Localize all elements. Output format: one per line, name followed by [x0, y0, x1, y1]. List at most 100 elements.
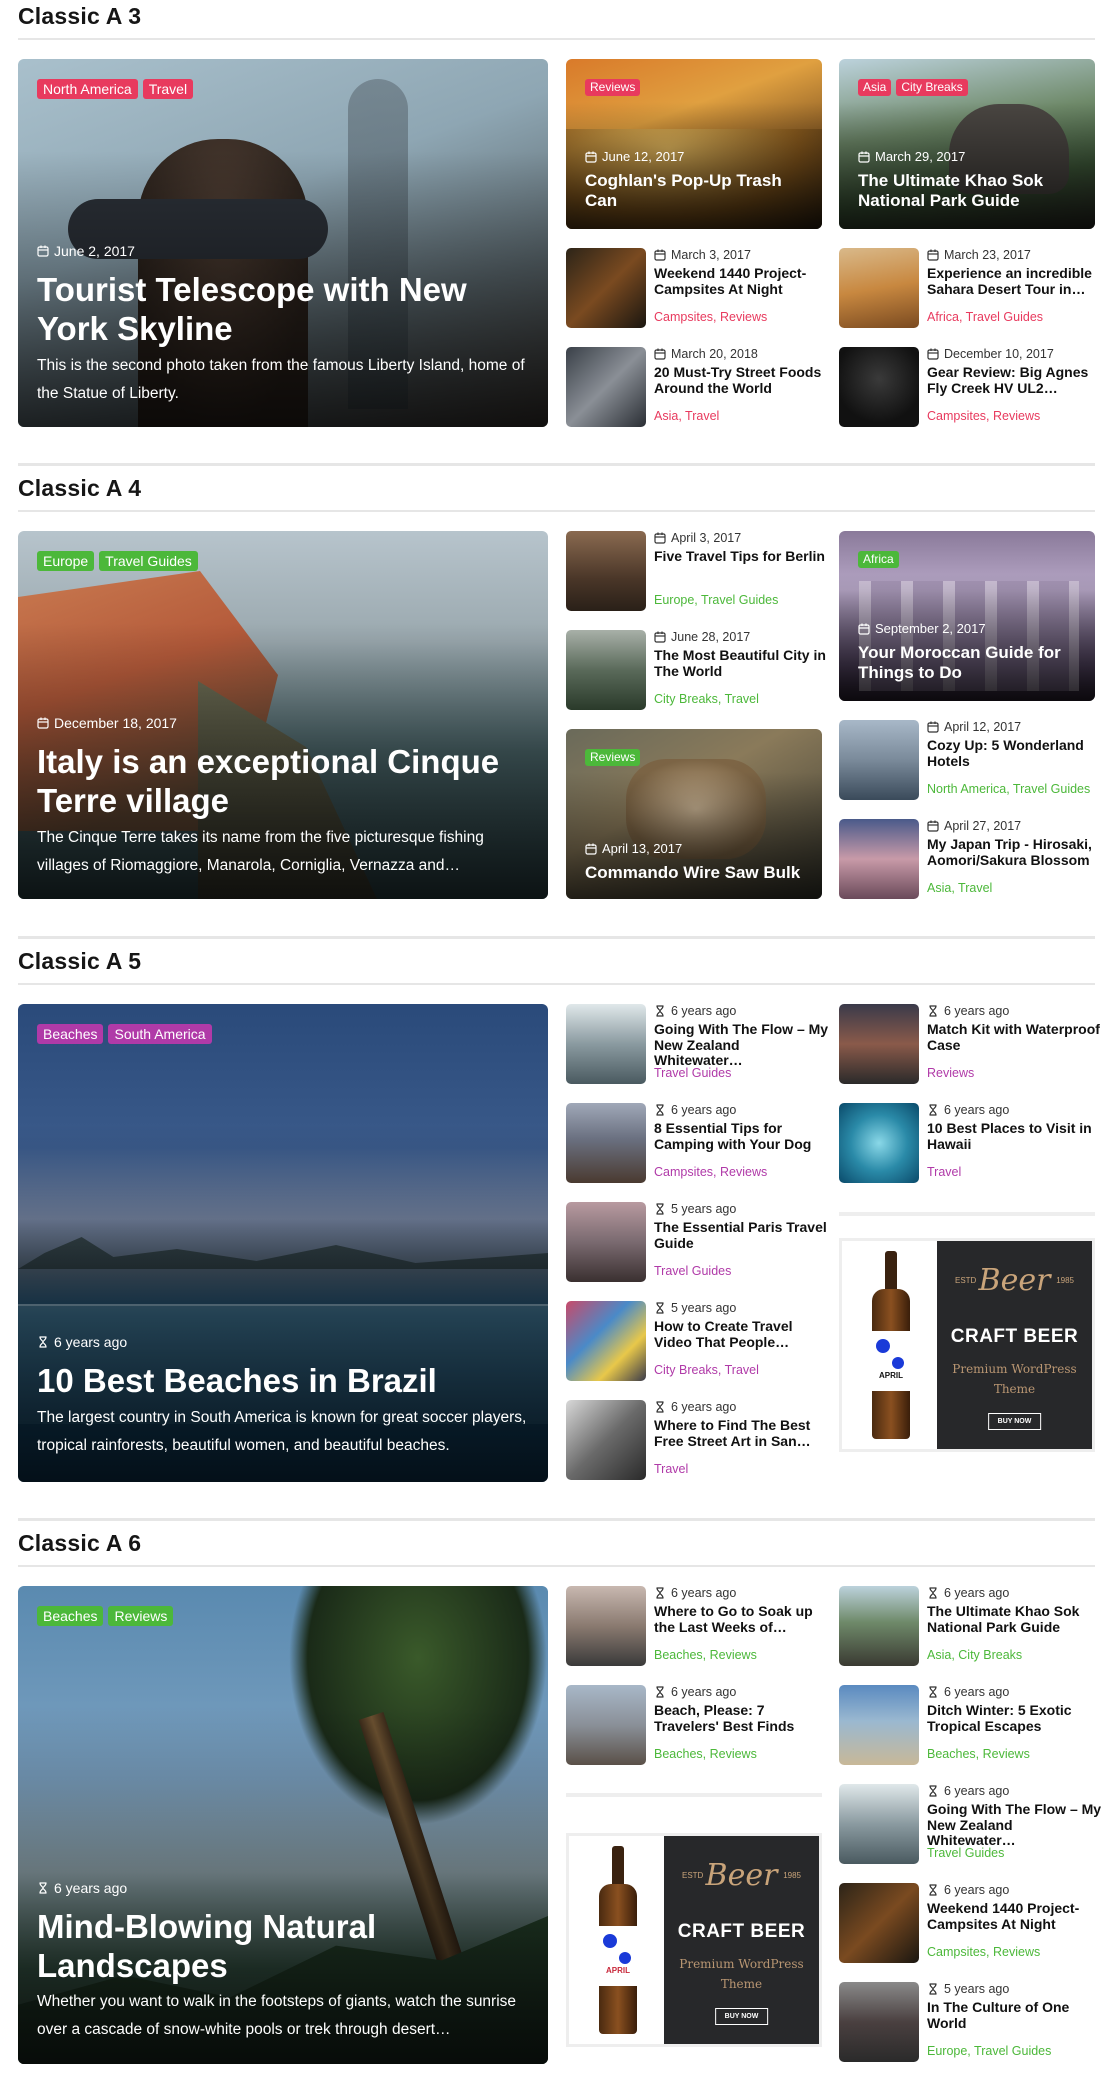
featured-post-card[interactable]: Beaches Reviews 6 years ago Mind-Blowing…	[18, 1586, 548, 2064]
list-item[interactable]: 6 years ago Beach, Please: 7 Travelers' …	[566, 1685, 828, 1767]
post-thumbnail[interactable]	[566, 1301, 646, 1381]
post-thumbnail[interactable]	[839, 1586, 919, 1666]
post-title[interactable]: 10 Best Beaches in Brazil	[37, 1362, 517, 1401]
post-title[interactable]: Gear Review: Big Agnes Fly Creek HV UL2…	[927, 364, 1102, 396]
post-thumbnail[interactable]	[566, 630, 646, 710]
post-categories[interactable]: Asia, City Breaks	[927, 1648, 1022, 1662]
mid-post-card[interactable]: Reviews April 13, 2017 Commando Wire Saw…	[566, 729, 822, 899]
post-categories[interactable]: City Breaks, Travel	[654, 692, 759, 706]
post-categories[interactable]: Campsites, Reviews	[654, 1165, 767, 1179]
featured-post-card[interactable]: Europe Travel Guides December 18, 2017 I…	[18, 531, 548, 899]
post-thumbnail[interactable]	[839, 1004, 919, 1084]
list-item[interactable]: 6 years ago The Ultimate Khao Sok Nation…	[839, 1586, 1101, 1668]
list-item[interactable]: 6 years ago Going With The Flow – My New…	[566, 1004, 828, 1086]
post-thumbnail[interactable]	[839, 720, 919, 800]
post-title[interactable]: Experience an incredible Sahara Desert T…	[927, 265, 1102, 297]
post-thumbnail[interactable]	[566, 1586, 646, 1666]
post-title[interactable]: My Japan Trip - Hirosaki, Aomori/Sakura …	[927, 836, 1102, 868]
list-item[interactable]: April 12, 2017 Cozy Up: 5 Wonderland Hot…	[839, 720, 1101, 802]
post-title[interactable]: Weekend 1440 Project-Campsites At Night	[927, 1900, 1102, 1932]
beer-ad-banner[interactable]: APRIL ESTD 1985 Beer CRAFT BEER Premium …	[566, 1833, 822, 2047]
post-categories[interactable]: North America, Travel Guides	[927, 782, 1090, 796]
category-tag[interactable]: Beaches	[37, 1606, 104, 1626]
post-thumbnail[interactable]	[839, 1103, 919, 1183]
post-thumbnail[interactable]	[839, 248, 919, 328]
mid-post-card[interactable]: Africa September 2, 2017 Your Moroccan G…	[839, 531, 1095, 701]
category-tag[interactable]: Beaches	[37, 1024, 104, 1044]
post-title[interactable]: Beach, Please: 7 Travelers' Best Finds	[654, 1702, 829, 1734]
list-item[interactable]: April 3, 2017 Five Travel Tips for Berli…	[566, 531, 828, 613]
category-tag[interactable]: North America	[37, 79, 138, 99]
list-item[interactable]: 6 years ago 8 Essential Tips for Camping…	[566, 1103, 828, 1185]
post-title[interactable]: Coghlan's Pop-Up Trash Can	[585, 171, 785, 211]
post-thumbnail[interactable]	[566, 1685, 646, 1765]
category-tag[interactable]: Reviews	[585, 79, 641, 96]
post-categories[interactable]: Travel	[654, 1462, 688, 1476]
post-title[interactable]: In The Culture of One World	[927, 1999, 1102, 2031]
post-title[interactable]: Match Kit with Waterproof Case	[927, 1021, 1102, 1053]
list-item[interactable]: March 23, 2017 Experience an incredible …	[839, 248, 1101, 330]
post-title[interactable]: 8 Essential Tips for Camping with Your D…	[654, 1120, 829, 1152]
list-item[interactable]: 6 years ago Ditch Winter: 5 Exotic Tropi…	[839, 1685, 1101, 1767]
beer-ad-banner[interactable]: APRIL ESTD 1985 Beer CRAFT BEER Premium …	[839, 1238, 1095, 1452]
post-title[interactable]: Cozy Up: 5 Wonderland Hotels	[927, 737, 1102, 769]
post-title[interactable]: The Essential Paris Travel Guide	[654, 1219, 829, 1251]
post-thumbnail[interactable]	[566, 531, 646, 611]
category-tag[interactable]: Travel	[142, 79, 194, 99]
post-title[interactable]: The Most Beautiful City in The World	[654, 647, 829, 679]
featured-post-card[interactable]: North America Travel June 2, 2017 Touris…	[18, 59, 548, 427]
post-categories[interactable]: Europe, Travel Guides	[654, 593, 778, 607]
list-item[interactable]: April 27, 2017 My Japan Trip - Hirosaki,…	[839, 819, 1101, 901]
post-title[interactable]: Weekend 1440 Project-Campsites At Night	[654, 265, 829, 297]
post-thumbnail[interactable]	[839, 347, 919, 427]
post-thumbnail[interactable]	[839, 1784, 919, 1864]
post-title[interactable]: Mind-Blowing Natural Landscapes	[37, 1908, 457, 1986]
post-title[interactable]: Tourist Telescope with New York Skyline	[37, 271, 507, 349]
ad-buy-button[interactable]: BUY NOW	[714, 2008, 769, 2025]
featured-post-card[interactable]: Beaches South America 6 years ago 10 Bes…	[18, 1004, 548, 1482]
post-categories[interactable]: Asia, Travel	[927, 881, 992, 895]
category-tag[interactable]: Reviews	[108, 1606, 174, 1626]
list-item[interactable]: December 10, 2017 Gear Review: Big Agnes…	[839, 347, 1101, 429]
mid-post-card[interactable]: Asia City Breaks March 29, 2017 The Ulti…	[839, 59, 1095, 229]
post-categories[interactable]: Beaches, Reviews	[654, 1648, 757, 1662]
post-categories[interactable]: Travel Guides	[654, 1264, 731, 1278]
post-categories[interactable]: City Breaks, Travel	[654, 1363, 759, 1377]
post-title[interactable]: Your Moroccan Guide for Things to Do	[858, 643, 1078, 683]
list-item[interactable]: 5 years ago In The Culture of One World …	[839, 1982, 1101, 2064]
list-item[interactable]: 5 years ago How to Create Travel Video T…	[566, 1301, 828, 1383]
category-tag[interactable]: South America	[108, 1024, 212, 1044]
list-item[interactable]: March 3, 2017 Weekend 1440 Project-Camps…	[566, 248, 828, 330]
post-thumbnail[interactable]	[839, 1982, 919, 2062]
post-title[interactable]: Italy is an exceptional Cinque Terre vil…	[37, 743, 517, 821]
list-item[interactable]: 5 years ago The Essential Paris Travel G…	[566, 1202, 828, 1284]
post-thumbnail[interactable]	[566, 347, 646, 427]
list-item[interactable]: 6 years ago Going With The Flow – My New…	[839, 1784, 1101, 1866]
category-tag[interactable]: Reviews	[585, 749, 641, 766]
post-title[interactable]: 10 Best Places to Visit in Hawaii	[927, 1120, 1102, 1152]
post-title[interactable]: Ditch Winter: 5 Exotic Tropical Escapes	[927, 1702, 1102, 1734]
post-categories[interactable]: Beaches, Reviews	[654, 1747, 757, 1761]
post-title[interactable]: The Ultimate Khao Sok National Park Guid…	[858, 171, 1058, 211]
post-title[interactable]: Going With The Flow – My New Zealand Whi…	[927, 1801, 1102, 1849]
post-categories[interactable]: Travel Guides	[927, 1846, 1004, 1860]
post-title[interactable]: Five Travel Tips for Berlin	[654, 548, 829, 565]
post-title[interactable]: The Ultimate Khao Sok National Park Guid…	[927, 1603, 1102, 1635]
post-categories[interactable]: Africa, Travel Guides	[927, 310, 1043, 324]
post-thumbnail[interactable]	[566, 248, 646, 328]
post-categories[interactable]: Reviews	[927, 1066, 974, 1080]
ad-buy-button[interactable]: BUY NOW	[987, 1413, 1042, 1430]
post-categories[interactable]: Europe, Travel Guides	[927, 2044, 1051, 2058]
post-title[interactable]: How to Create Travel Video That People…	[654, 1318, 829, 1350]
post-title[interactable]: Going With The Flow – My New Zealand Whi…	[654, 1021, 829, 1069]
post-categories[interactable]: Asia, Travel	[654, 409, 719, 423]
list-item[interactable]: March 20, 2018 20 Must-Try Street Foods …	[566, 347, 828, 429]
post-title[interactable]: Commando Wire Saw Bulk	[585, 863, 805, 883]
post-title[interactable]: Where to Go to Soak up the Last Weeks of…	[654, 1603, 829, 1635]
post-title[interactable]: Where to Find The Best Free Street Art i…	[654, 1417, 829, 1449]
category-tag[interactable]: Travel Guides	[99, 551, 198, 571]
post-thumbnail[interactable]	[839, 1685, 919, 1765]
category-tag[interactable]: Europe	[37, 551, 95, 571]
post-categories[interactable]: Campsites, Reviews	[927, 1945, 1040, 1959]
post-thumbnail[interactable]	[839, 1883, 919, 1963]
